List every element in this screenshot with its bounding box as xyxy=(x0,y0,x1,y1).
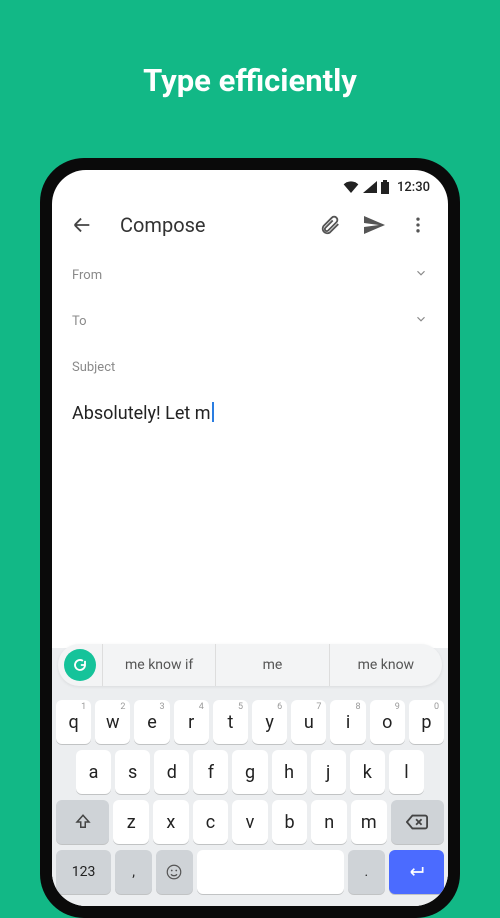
space-key[interactable] xyxy=(197,850,344,894)
suggestion-3[interactable]: me know xyxy=(329,644,442,686)
key-i[interactable]: i8 xyxy=(330,700,365,744)
attach-button[interactable] xyxy=(312,207,348,243)
keyboard-row-4: 123 , . xyxy=(56,850,444,894)
key-h[interactable]: h xyxy=(272,750,307,794)
status-bar: 12:30 xyxy=(52,170,448,198)
key-d[interactable]: d xyxy=(154,750,189,794)
suggestion-2[interactable]: me xyxy=(215,644,328,686)
battery-icon xyxy=(381,180,389,194)
key-b[interactable]: b xyxy=(272,800,308,844)
subject-label: Subject xyxy=(72,360,115,375)
keyboard-row-2: asdfghjkl xyxy=(56,750,444,794)
key-e[interactable]: e3 xyxy=(134,700,169,744)
key-p[interactable]: p0 xyxy=(409,700,444,744)
key-a[interactable]: a xyxy=(76,750,111,794)
chevron-down-icon xyxy=(414,266,428,284)
back-button[interactable] xyxy=(64,207,100,243)
key-l[interactable]: l xyxy=(389,750,424,794)
suggestion-1[interactable]: me know if xyxy=(102,644,215,686)
keyboard-area: me know if me me know q1w2e3r4t5y6u7i8o9… xyxy=(52,648,448,906)
keyboard-row-1: q1w2e3r4t5y6u7i8o9p0 xyxy=(56,700,444,744)
signal-icon xyxy=(363,181,377,193)
symbols-key[interactable]: 123 xyxy=(56,850,111,894)
status-time: 12:30 xyxy=(397,180,430,195)
to-field[interactable]: To xyxy=(72,298,428,344)
key-g[interactable]: g xyxy=(232,750,267,794)
suggestion-bar: me know if me me know xyxy=(58,644,442,686)
period-key[interactable]: . xyxy=(348,850,385,894)
key-t[interactable]: t5 xyxy=(213,700,248,744)
key-k[interactable]: k xyxy=(350,750,385,794)
comma-key[interactable]: , xyxy=(115,850,152,894)
wifi-icon xyxy=(343,181,359,193)
appbar-title: Compose xyxy=(120,213,206,237)
key-s[interactable]: s xyxy=(115,750,150,794)
subject-field[interactable]: Subject xyxy=(72,344,428,390)
key-q[interactable]: q1 xyxy=(56,700,91,744)
enter-key[interactable] xyxy=(389,850,444,894)
key-u[interactable]: u7 xyxy=(291,700,326,744)
phone-screen: 12:30 Compose From xyxy=(52,170,448,906)
phone-frame: 12:30 Compose From xyxy=(40,158,460,918)
email-body-input[interactable]: Absolutely! Let m xyxy=(52,390,448,436)
app-bar: Compose xyxy=(52,198,448,252)
key-z[interactable]: z xyxy=(113,800,149,844)
send-button[interactable] xyxy=(356,207,392,243)
text-caret xyxy=(212,402,214,422)
page-headline: Type efficiently xyxy=(0,0,500,99)
key-v[interactable]: v xyxy=(232,800,268,844)
key-w[interactable]: w2 xyxy=(95,700,130,744)
key-y[interactable]: y6 xyxy=(252,700,287,744)
keyboard-row-3: zxcvbnm xyxy=(56,800,444,844)
overflow-menu-button[interactable] xyxy=(400,207,436,243)
chevron-down-icon xyxy=(414,312,428,330)
body-text-content: Absolutely! Let m xyxy=(72,403,211,424)
from-label: From xyxy=(72,268,102,283)
key-r[interactable]: r4 xyxy=(174,700,209,744)
key-j[interactable]: j xyxy=(311,750,346,794)
key-m[interactable]: m xyxy=(351,800,387,844)
shift-key[interactable] xyxy=(56,800,109,844)
key-n[interactable]: n xyxy=(311,800,347,844)
emoji-key[interactable] xyxy=(156,850,193,894)
key-c[interactable]: c xyxy=(193,800,229,844)
key-f[interactable]: f xyxy=(193,750,228,794)
key-x[interactable]: x xyxy=(153,800,189,844)
from-field[interactable]: From xyxy=(72,252,428,298)
keyboard: q1w2e3r4t5y6u7i8o9p0 asdfghjkl zxcvbnm 1… xyxy=(52,696,448,906)
email-header-fields: From To Subject xyxy=(52,252,448,390)
to-label: To xyxy=(72,314,87,329)
grammarly-icon[interactable] xyxy=(64,649,96,681)
backspace-key[interactable] xyxy=(391,800,444,844)
key-o[interactable]: o9 xyxy=(370,700,405,744)
